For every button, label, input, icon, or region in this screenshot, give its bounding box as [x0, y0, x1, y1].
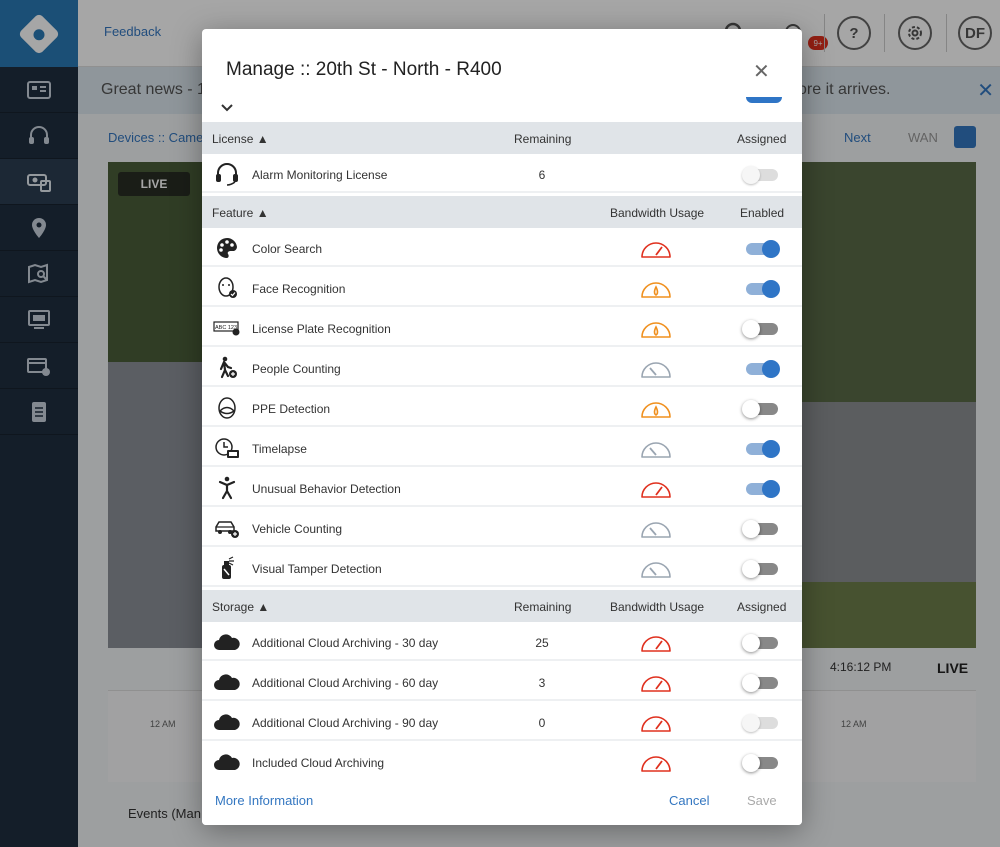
feature-row-unusual-behavior: Unusual Behavior Detection — [202, 469, 802, 507]
storage-row-90-day: Additional Cloud Archiving - 90 day 0 — [202, 703, 802, 741]
feature-row-timelapse: Timelapse — [202, 429, 802, 467]
people-counting-toggle[interactable] — [742, 360, 780, 378]
save-button[interactable]: Save — [747, 793, 777, 808]
license-plate-icon: ABC 123 — [213, 321, 240, 336]
face-icon — [218, 277, 237, 298]
palette-icon — [217, 237, 237, 258]
feature-name: Unusual Behavior Detection — [252, 482, 401, 496]
archive-30-toggle[interactable] — [742, 634, 780, 652]
storage-remaining: 3 — [538, 676, 546, 690]
feature-row-lpr: ABC 123 License Plate Recognition — [202, 309, 802, 347]
cloud-icon — [214, 634, 240, 650]
ppe-detection-toggle[interactable] — [742, 400, 780, 418]
col-assigned: Assigned — [737, 600, 787, 614]
included-archive-toggle[interactable] — [742, 754, 780, 772]
storage-name: Additional Cloud Archiving - 30 day — [252, 636, 439, 650]
storage-row-60-day: Additional Cloud Archiving - 60 day 3 — [202, 663, 802, 701]
storage-sort-header[interactable]: Storage ▲ — [212, 600, 269, 614]
storage-remaining: 25 — [535, 636, 549, 650]
storage-section-header: Storage ▲ Remaining Bandwidth Usage Assi… — [202, 590, 802, 622]
walking-person-icon — [219, 356, 237, 379]
feature-name: PPE Detection — [252, 402, 331, 416]
vehicle-icon — [215, 521, 239, 538]
col-bandwidth: Bandwidth Usage — [610, 206, 705, 220]
bandwidth-gauge-icon — [641, 522, 671, 538]
license-sort-header[interactable]: License ▲ — [212, 132, 269, 146]
storage-name: Included Cloud Archiving — [252, 756, 385, 770]
archive-60-toggle[interactable] — [742, 674, 780, 692]
cloud-icon — [214, 754, 240, 770]
face-recognition-toggle[interactable] — [742, 280, 780, 298]
feature-row-ppe-detection: PPE Detection — [202, 389, 802, 427]
vehicle-counting-toggle[interactable] — [742, 520, 780, 538]
timelapse-toggle[interactable] — [742, 440, 780, 458]
feature-name: License Plate Recognition — [252, 322, 391, 336]
lpr-toggle[interactable] — [742, 320, 780, 338]
feature-row-people-counting: People Counting — [202, 349, 802, 387]
license-row: Alarm Monitoring License 6 — [202, 155, 802, 193]
feature-row-face-recognition: Face Recognition — [202, 269, 802, 307]
feature-sort-header[interactable]: Feature ▲ — [212, 206, 269, 220]
storage-row-included: Included Cloud Archiving — [202, 743, 802, 781]
modal-scroll-area[interactable]: License ▲ Remaining Assigned Alarm Monit… — [202, 119, 802, 781]
storage-name: Additional Cloud Archiving - 90 day — [252, 716, 439, 730]
col-remaining: Remaining — [514, 600, 572, 614]
alarm-license-toggle[interactable] — [742, 166, 780, 184]
visual-tamper-toggle[interactable] — [742, 560, 780, 578]
headset-icon — [216, 163, 238, 186]
timelapse-icon — [215, 438, 239, 458]
bandwidth-gauge-icon — [641, 362, 671, 378]
archive-90-toggle[interactable] — [742, 714, 780, 732]
behavior-person-icon — [218, 476, 236, 500]
col-bandwidth: Bandwidth Usage — [610, 600, 705, 614]
feature-name: Vehicle Counting — [252, 522, 343, 536]
close-icon[interactable]: ✕ — [753, 59, 770, 84]
feature-row-vehicle-counting: Vehicle Counting — [202, 509, 802, 547]
cloud-icon — [214, 674, 240, 690]
bandwidth-gauge-icon — [641, 716, 671, 732]
feature-name: Color Search — [252, 242, 323, 256]
bandwidth-gauge-icon — [641, 242, 671, 258]
storage-name: Additional Cloud Archiving - 60 day — [252, 676, 439, 690]
manage-modal: Manage :: 20th St - North - R400 ✕ Licen… — [202, 29, 802, 825]
bandwidth-gauge-icon — [641, 442, 671, 458]
bandwidth-gauge-icon — [641, 402, 671, 418]
cloud-icon — [214, 714, 240, 730]
col-assigned: Assigned — [737, 132, 787, 146]
bandwidth-gauge-icon — [641, 562, 671, 578]
chevron-down-icon[interactable] — [220, 103, 234, 113]
feature-name: Face Recognition — [252, 282, 346, 296]
spray-can-icon — [222, 556, 234, 579]
modal-title: Manage :: 20th St - North - R400 — [226, 59, 502, 80]
unusual-behavior-toggle[interactable] — [742, 480, 780, 498]
feature-row-color-search: Color Search — [202, 229, 802, 267]
bandwidth-gauge-icon — [641, 676, 671, 692]
color-search-toggle[interactable] — [742, 240, 780, 258]
storage-remaining: 0 — [538, 716, 546, 730]
bandwidth-gauge-icon — [641, 282, 671, 298]
bandwidth-gauge-icon — [641, 482, 671, 498]
license-remaining: 6 — [538, 168, 546, 182]
bandwidth-gauge-icon — [641, 636, 671, 652]
feature-name: People Counting — [252, 362, 341, 376]
feature-name: Timelapse — [252, 442, 307, 456]
col-enabled: Enabled — [740, 206, 785, 220]
ppe-icon — [218, 397, 236, 419]
feature-section-header: Feature ▲ Bandwidth Usage Enabled — [202, 196, 802, 228]
bandwidth-gauge-icon — [641, 756, 671, 772]
license-section-header: License ▲ Remaining Assigned — [202, 122, 802, 154]
modal-footer: More Information Cancel Save — [202, 779, 802, 825]
storage-row-30-day: Additional Cloud Archiving - 30 day 25 — [202, 623, 802, 661]
col-remaining: Remaining — [514, 132, 572, 146]
more-information-link[interactable]: More Information — [215, 793, 313, 808]
cancel-button[interactable]: Cancel — [669, 793, 709, 808]
bandwidth-gauge-icon — [641, 322, 671, 338]
scrolled-row-partial — [202, 97, 802, 119]
license-name: Alarm Monitoring License — [252, 168, 388, 182]
feature-row-visual-tamper: Visual Tamper Detection — [202, 549, 802, 587]
feature-name: Visual Tamper Detection — [252, 562, 382, 576]
